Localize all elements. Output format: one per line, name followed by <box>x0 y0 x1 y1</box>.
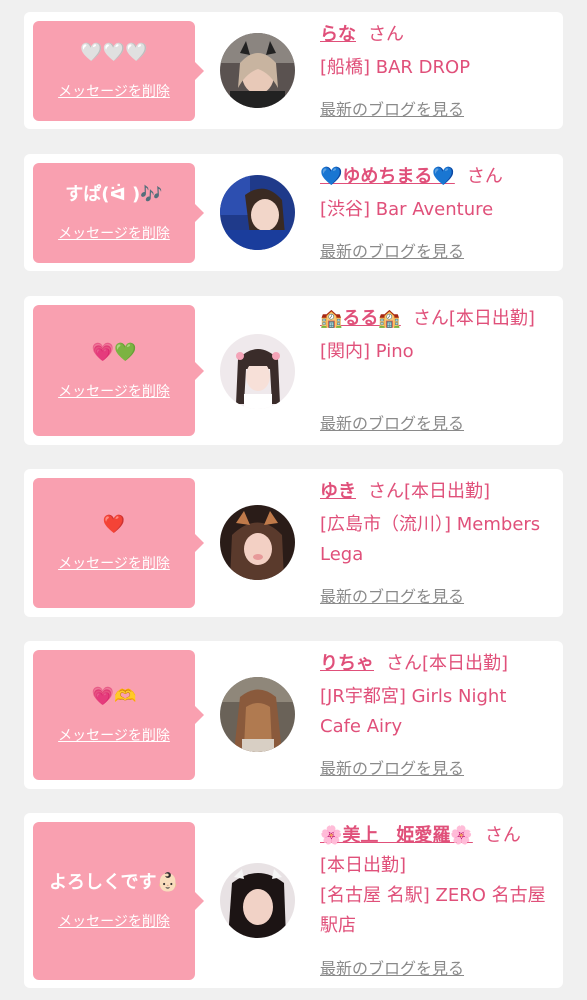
delete-message-link[interactable]: メッセージを削除 <box>58 553 170 573</box>
profile-name-link[interactable]: 🌸美上 姫愛羅🌸 <box>320 825 473 846</box>
message-bubble: すぱ(ᐛ )🎶 メッセージを削除 <box>33 163 204 263</box>
honorific: さん[本日出勤] <box>368 481 491 502</box>
shop-name: [名古屋 名駅] ZERO 名古屋駅店 <box>320 885 546 936</box>
delete-message-link[interactable]: メッセージを削除 <box>58 223 170 243</box>
latest-blog-link[interactable]: 最新のブログを見る <box>320 238 464 262</box>
avatar[interactable] <box>220 505 295 580</box>
honorific: さん <box>484 825 521 846</box>
shop-name: [渋谷] Bar Aventure <box>320 199 494 220</box>
message-text: 💗💚 <box>91 341 137 363</box>
honorific: さん[本日出勤] <box>412 308 535 329</box>
profile-info: らな さん [船橋] BAR DROP <box>320 20 552 83</box>
shop-name: [JR宇都宮] Girls Night Cafe Airy <box>320 686 507 737</box>
message-text: ❤️ <box>102 514 126 535</box>
shop-name: [広島市（流川）] Members Lega <box>320 514 541 565</box>
avatar[interactable] <box>220 33 295 108</box>
latest-blog-link[interactable]: 最新のブログを見る <box>320 755 464 779</box>
shop-name: [船橋] BAR DROP <box>320 57 471 78</box>
honorific: さん <box>368 24 404 45</box>
profile-info: りちゃ さん[本日出勤] [JR宇都宮] Girls Night Cafe Air… <box>320 649 552 742</box>
profile-info: 🌸美上 姫愛羅🌸 さん [本日出勤] [名古屋 名駅] ZERO 名古屋駅店 <box>320 821 552 941</box>
work-status: [本日出勤] <box>320 855 407 876</box>
shop-name: [関内] Pino <box>320 341 414 362</box>
message-bubble: 🤍🤍🤍 メッセージを削除 <box>33 21 204 121</box>
honorific: さん <box>466 166 503 187</box>
avatar[interactable] <box>220 334 295 409</box>
message-list: 🤍🤍🤍 メッセージを削除 らな さん [船橋] BAR DROP 最新のブログを見… <box>0 0 587 1000</box>
message-text: 💗🫶 <box>91 686 137 707</box>
latest-blog-link[interactable]: 最新のブログを見る <box>320 955 464 979</box>
honorific: さん[本日出勤] <box>386 653 509 674</box>
message-bubble: ❤️ メッセージを削除 <box>33 478 204 608</box>
latest-blog-link[interactable]: 最新のブログを見る <box>320 96 464 120</box>
profile-name-link[interactable]: ゆき <box>320 481 356 502</box>
message-text: 🤍🤍🤍 <box>80 42 148 63</box>
delete-message-link[interactable]: メッセージを削除 <box>58 81 170 101</box>
avatar[interactable] <box>220 863 295 938</box>
latest-blog-link[interactable]: 最新のブログを見る <box>320 583 464 607</box>
list-item: すぱ(ᐛ )🎶 メッセージを削除 💙ゆめちまる💙 さん [渋谷] Bar Aven… <box>24 154 563 271</box>
profile-name-link[interactable]: 🏫るる🏫 <box>320 308 401 329</box>
delete-message-link[interactable]: メッセージを削除 <box>58 381 170 401</box>
message-text: よろしくです👶🏻 <box>49 872 179 893</box>
avatar[interactable] <box>220 175 295 250</box>
list-item: よろしくです👶🏻 メッセージを削除 🌸美上 姫愛羅🌸 さん [本日出勤] [名古屋… <box>24 813 563 988</box>
profile-name-link[interactable]: りちゃ <box>320 653 374 674</box>
avatar[interactable] <box>220 677 295 752</box>
message-text: すぱ(ᐛ )🎶 <box>65 184 163 205</box>
list-item: ❤️ メッセージを削除 ゆき さん[本日出勤] [広島市（流川）] Members… <box>24 469 563 617</box>
profile-info: ゆき さん[本日出勤] [広島市（流川）] Members Lega <box>320 477 552 570</box>
list-item: 🤍🤍🤍 メッセージを削除 らな さん [船橋] BAR DROP 最新のブログを見… <box>24 12 563 129</box>
list-item: 💗🫶 メッセージを削除 りちゃ さん[本日出勤] [JR宇都宮] Girls Ni… <box>24 641 563 789</box>
list-item: 💗💚 メッセージを削除 🏫るる🏫 さん[本日出勤] [関内] Pino 最新のブロ… <box>24 296 563 445</box>
profile-info: 🏫るる🏫 さん[本日出勤] [関内] Pino <box>320 304 552 367</box>
profile-name-link[interactable]: らな <box>320 24 356 45</box>
profile-name-link[interactable]: 💙ゆめちまる💙 <box>320 166 455 187</box>
profile-info: 💙ゆめちまる💙 さん [渋谷] Bar Aventure <box>320 162 552 225</box>
delete-message-link[interactable]: メッセージを削除 <box>58 725 170 745</box>
message-bubble: よろしくです👶🏻 メッセージを削除 <box>33 822 204 980</box>
latest-blog-link[interactable]: 最新のブログを見る <box>320 410 464 434</box>
delete-message-link[interactable]: メッセージを削除 <box>58 911 170 931</box>
message-bubble: 💗🫶 メッセージを削除 <box>33 650 204 780</box>
message-bubble: 💗💚 メッセージを削除 <box>33 305 204 436</box>
